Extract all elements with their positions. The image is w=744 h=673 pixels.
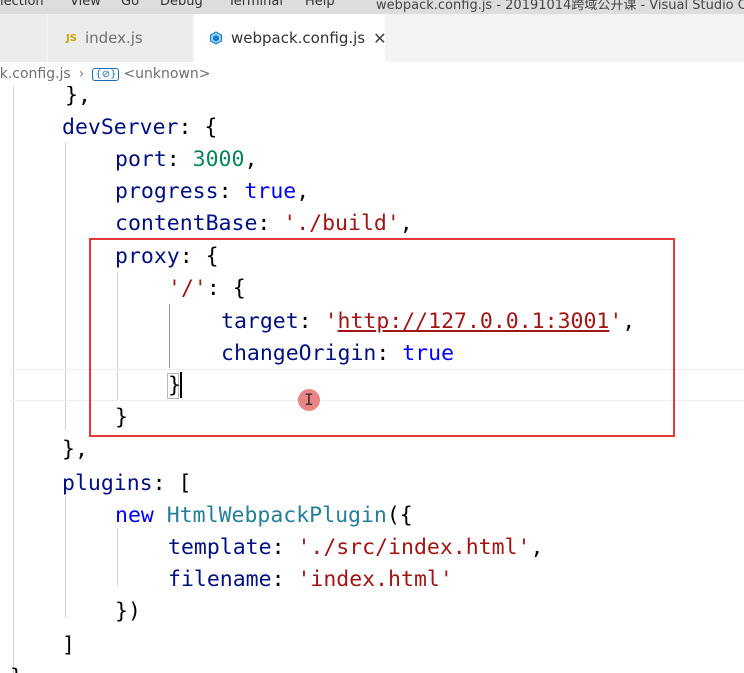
code-line-17: }) — [115, 599, 141, 624]
tab-label: webpack.config.js — [231, 29, 366, 47]
code-line-14: new HtmlWebpackPlugin({ — [115, 503, 413, 528]
menu-item-terminal[interactable]: Terminal — [228, 0, 283, 9]
close-icon[interactable]: ✕ — [373, 29, 386, 48]
tab-label: index.js — [84, 29, 143, 47]
code-editor[interactable]: }, devServer: { port: 3000, progress: tr… — [0, 86, 744, 673]
code-line-15: template: './src/index.html', — [168, 535, 544, 560]
breadcrumb: ck.config.js › {⊘} <unknown> — [0, 62, 744, 86]
chevron-right-icon: › — [78, 66, 85, 82]
code-line-5: contentBase: './build', — [115, 211, 413, 236]
window-title: webpack.config.js - 20191014跨域公开课 - Visu… — [376, 0, 744, 13]
breadcrumb-symbol[interactable]: <unknown> — [123, 66, 210, 82]
tab-index-js[interactable]: JS index.js — [48, 14, 193, 62]
code-line-2: devServer: { — [62, 115, 218, 140]
menu-item-debug[interactable]: Debug — [160, 0, 203, 9]
ibeam-cursor-icon: I — [304, 390, 314, 409]
code-line-1: }, — [65, 86, 91, 108]
code-line-3: port: 3000, — [115, 147, 258, 172]
indent-guide — [65, 496, 66, 618]
annotation-highlight-box — [89, 238, 675, 437]
js-file-icon: JS — [66, 32, 77, 44]
editor-tab-bar: JS index.js webpack.config.js ✕ — [0, 14, 744, 63]
webpack-file-icon — [209, 31, 223, 45]
code-line-16: filename: 'index.html' — [168, 567, 453, 592]
tab-webpack-config-js[interactable]: webpack.config.js ✕ — [194, 14, 387, 62]
code-line-18: ] — [62, 633, 75, 658]
menu-item-selection[interactable]: election — [0, 0, 44, 9]
code-line-19: } — [10, 662, 23, 673]
indent-guide — [117, 528, 118, 586]
menu-item-view[interactable]: View — [70, 0, 101, 9]
symbol-namespace-icon: {⊘} — [92, 67, 120, 81]
menu-bar: election View Go Debug Terminal Help web… — [0, 0, 744, 14]
code-line-12: }, — [62, 437, 88, 462]
menu-item-help[interactable]: Help — [305, 0, 335, 9]
code-line-4: progress: true, — [115, 179, 310, 204]
tab-overflow[interactable] — [0, 14, 48, 62]
breadcrumb-file[interactable]: ck.config.js — [0, 66, 71, 82]
code-line-13: plugins: [ — [62, 471, 192, 496]
menu-item-go[interactable]: Go — [121, 0, 139, 9]
